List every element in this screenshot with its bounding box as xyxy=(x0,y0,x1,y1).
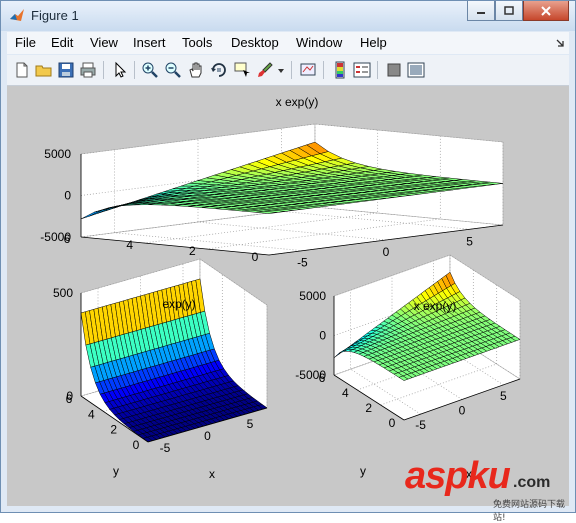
toolbar-separator xyxy=(377,61,378,79)
x-tick-label: 5 xyxy=(247,417,254,431)
plot-area: -5050246-500005000x exp(y)xy-50502460500… xyxy=(40,95,521,481)
z-tick-label: 0 xyxy=(64,189,71,203)
z-tick-label: 0 xyxy=(319,329,326,343)
menu-insert[interactable]: Insert xyxy=(133,35,166,50)
watermark-subtitle: 免费网站源码下载站! xyxy=(493,500,566,523)
y-tick-label: 4 xyxy=(342,386,349,400)
z-tick-label: 500 xyxy=(53,286,73,300)
x-tick-label: -5 xyxy=(160,441,171,455)
menu-edit[interactable]: Edit xyxy=(51,35,73,50)
toolbar-separator xyxy=(103,61,104,79)
menu-bar: File Edit View Insert Tools Desktop Wind… xyxy=(7,32,569,54)
window-title: Figure 1 xyxy=(31,8,79,23)
y-tick-label: 0 xyxy=(133,438,140,452)
menu-help[interactable]: Help xyxy=(360,35,387,50)
toolbar-separator xyxy=(291,61,292,79)
y-tick-label: 0 xyxy=(252,250,259,264)
watermark-logo: aspku xyxy=(405,455,511,497)
menu-window[interactable]: Window xyxy=(296,35,342,50)
rotate-3d-icon[interactable] xyxy=(210,61,228,79)
minimize-button[interactable] xyxy=(467,1,495,21)
new-figure-icon[interactable] xyxy=(13,61,31,79)
matlab-icon xyxy=(10,9,24,21)
z-tick-label: 0 xyxy=(66,389,73,403)
y-axis-label: y xyxy=(113,464,119,478)
figure-toolbar xyxy=(7,55,569,86)
close-button[interactable] xyxy=(523,1,569,21)
figure-window: Figure 1 File Edit View Insert Tools Des… xyxy=(0,0,576,523)
dropdown-arrow-icon[interactable] xyxy=(276,61,286,79)
menu-file[interactable]: File xyxy=(15,35,36,50)
toolbar-separator xyxy=(134,61,135,79)
y-tick-label: 2 xyxy=(110,423,117,437)
y-axis-label: y xyxy=(360,464,366,478)
figure-canvas: -5050246-500005000x exp(y)xy-50502460500… xyxy=(7,86,569,506)
brush-icon[interactable] xyxy=(256,61,274,79)
plot-title: x exp(y) xyxy=(414,299,457,313)
menu-desktop[interactable]: Desktop xyxy=(231,35,279,50)
maximize-icon xyxy=(504,5,514,15)
x-tick-label: -5 xyxy=(297,256,308,270)
close-icon xyxy=(541,5,551,16)
z-tick-label: -5000 xyxy=(295,368,326,382)
print-icon[interactable] xyxy=(79,61,97,79)
colorbar-icon[interactable] xyxy=(331,61,349,79)
x-tick-label: 0 xyxy=(383,245,390,259)
z-tick-label: 5000 xyxy=(44,147,71,161)
plot-title: x exp(y) xyxy=(276,95,319,109)
data-cursor-icon[interactable] xyxy=(233,61,251,79)
subplot-2: -50502460500exp(y)xy xyxy=(53,258,268,481)
watermark-suffix: .com xyxy=(513,474,551,491)
y-tick-label: 4 xyxy=(88,407,95,421)
pan-hand-icon[interactable] xyxy=(187,61,205,79)
select-arrow-icon[interactable] xyxy=(111,61,129,79)
x-axis-label: x xyxy=(209,467,215,481)
legend-icon[interactable] xyxy=(353,61,371,79)
x-tick-label: 0 xyxy=(204,429,211,443)
dock-arrow-icon[interactable] xyxy=(555,38,565,48)
hide-plot-tools-icon[interactable] xyxy=(385,61,403,79)
y-tick-label: 4 xyxy=(126,238,133,252)
z-tick-label: -5000 xyxy=(40,230,71,244)
link-plot-icon[interactable] xyxy=(299,61,317,79)
z-tick-label: 5000 xyxy=(299,289,326,303)
toolbar-separator xyxy=(323,61,324,79)
y-tick-label: 2 xyxy=(365,401,372,415)
y-tick-label: 2 xyxy=(189,244,196,258)
y-tick-label: 0 xyxy=(389,416,396,430)
plot-title: exp(y) xyxy=(162,297,195,311)
zoom-out-icon[interactable] xyxy=(164,61,182,79)
x-tick-label: -5 xyxy=(415,418,426,432)
show-plot-tools-icon[interactable] xyxy=(407,61,425,79)
x-tick-label: 0 xyxy=(459,404,466,418)
watermark: aspku .com 免费网站源码下载站! xyxy=(401,455,571,523)
title-bar[interactable]: Figure 1 xyxy=(1,1,575,31)
menu-tools[interactable]: Tools xyxy=(182,35,212,50)
save-icon[interactable] xyxy=(57,61,75,79)
zoom-in-icon[interactable] xyxy=(141,61,159,79)
minimize-icon xyxy=(477,11,485,14)
subplot-3: -5050246-500005000x exp(y)xy xyxy=(295,254,521,481)
open-folder-icon[interactable] xyxy=(35,61,53,79)
maximize-button[interactable] xyxy=(495,1,523,21)
x-tick-label: 5 xyxy=(466,234,473,248)
menu-view[interactable]: View xyxy=(90,35,118,50)
x-tick-label: 5 xyxy=(500,389,507,403)
